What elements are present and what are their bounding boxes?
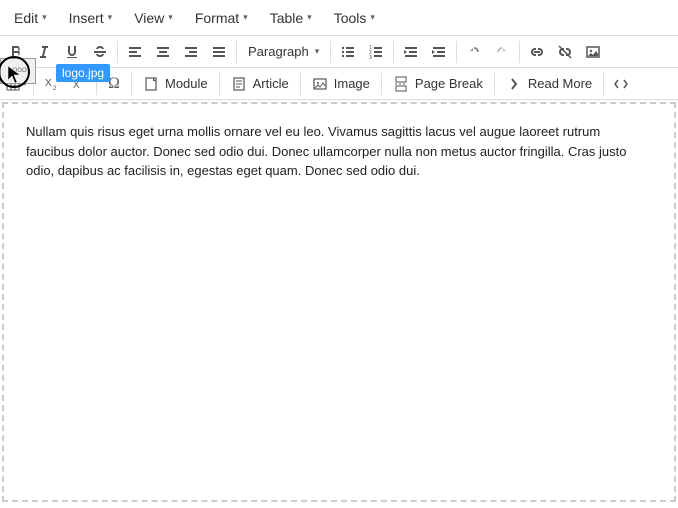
divider — [393, 41, 394, 63]
divider — [603, 73, 604, 95]
divider — [330, 41, 331, 63]
insert-image-button[interactable]: Image — [304, 70, 378, 98]
strikethrough-button[interactable] — [86, 38, 114, 66]
menubar: Edit ▾ Insert ▾ View ▾ Format ▾ Table ▾ Tools… — [0, 0, 678, 36]
link-button[interactable] — [523, 38, 551, 66]
align-left-button[interactable] — [121, 38, 149, 66]
menu-tools-label: Tools — [334, 10, 367, 26]
divider — [117, 41, 118, 63]
caret-icon: ▾ — [243, 12, 248, 23]
unlink-button[interactable] — [551, 38, 579, 66]
source-code-button[interactable] — [607, 70, 635, 98]
read-more-button[interactable]: Read More — [498, 70, 600, 98]
menu-edit-label: Edit — [14, 10, 38, 26]
drag-thumbnail: LOGO — [0, 58, 36, 84]
editor-content[interactable]: Nullam quis risus eget urna mollis ornar… — [14, 114, 664, 189]
align-justify-button[interactable] — [205, 38, 233, 66]
menu-view-label: View — [134, 10, 164, 26]
editor-area[interactable]: Nullam quis risus eget urna mollis ornar… — [2, 102, 676, 502]
divider — [236, 41, 237, 63]
svg-text:3: 3 — [369, 55, 372, 60]
menu-tools[interactable]: Tools▾ — [324, 4, 385, 32]
menu-edit[interactable]: Edit ▾ — [4, 4, 57, 32]
numbered-list-button[interactable]: 123 — [362, 38, 390, 66]
article-button[interactable]: Article — [223, 70, 297, 98]
caret-icon: ▾ — [307, 12, 312, 23]
paragraph-label: Paragraph — [248, 44, 309, 59]
align-center-button[interactable] — [149, 38, 177, 66]
caret-icon: ▾ — [168, 12, 173, 23]
image-icon-button[interactable] — [579, 38, 607, 66]
caret-icon: ▾ — [108, 12, 113, 23]
underline-button[interactable] — [58, 38, 86, 66]
svg-text:2: 2 — [53, 86, 57, 92]
module-label: Module — [165, 76, 208, 91]
divider — [381, 73, 382, 95]
divider — [519, 41, 520, 63]
drag-tooltip: logo.jpg — [56, 64, 110, 82]
svg-text:X: X — [45, 78, 52, 89]
undo-button[interactable] — [460, 38, 488, 66]
page-break-label: Page Break — [415, 76, 483, 91]
outdent-button[interactable] — [397, 38, 425, 66]
divider — [219, 73, 220, 95]
module-button[interactable]: Module — [135, 70, 216, 98]
menu-view[interactable]: View ▾ — [124, 4, 183, 32]
divider — [300, 73, 301, 95]
paragraph-dropdown[interactable]: Paragraph ▾ — [240, 38, 327, 66]
divider — [131, 73, 132, 95]
caret-icon: ▾ — [315, 46, 320, 57]
article-label: Article — [253, 76, 289, 91]
menu-format-label: Format — [195, 10, 239, 26]
menu-insert[interactable]: Insert ▾ — [59, 4, 123, 32]
divider — [456, 41, 457, 63]
redo-button[interactable] — [488, 38, 516, 66]
page-break-button[interactable]: Page Break — [385, 70, 491, 98]
align-right-button[interactable] — [177, 38, 205, 66]
divider — [494, 73, 495, 95]
menu-insert-label: Insert — [69, 10, 104, 26]
caret-icon: ▾ — [370, 12, 375, 23]
bullet-list-button[interactable] — [334, 38, 362, 66]
menu-table[interactable]: Table ▾ — [260, 4, 322, 32]
menu-format[interactable]: Format ▾ — [185, 4, 258, 32]
caret-icon: ▾ — [42, 12, 47, 23]
image-label: Image — [334, 76, 370, 91]
menu-table-label: Table — [270, 10, 303, 26]
indent-button[interactable] — [425, 38, 453, 66]
read-more-label: Read More — [528, 76, 592, 91]
